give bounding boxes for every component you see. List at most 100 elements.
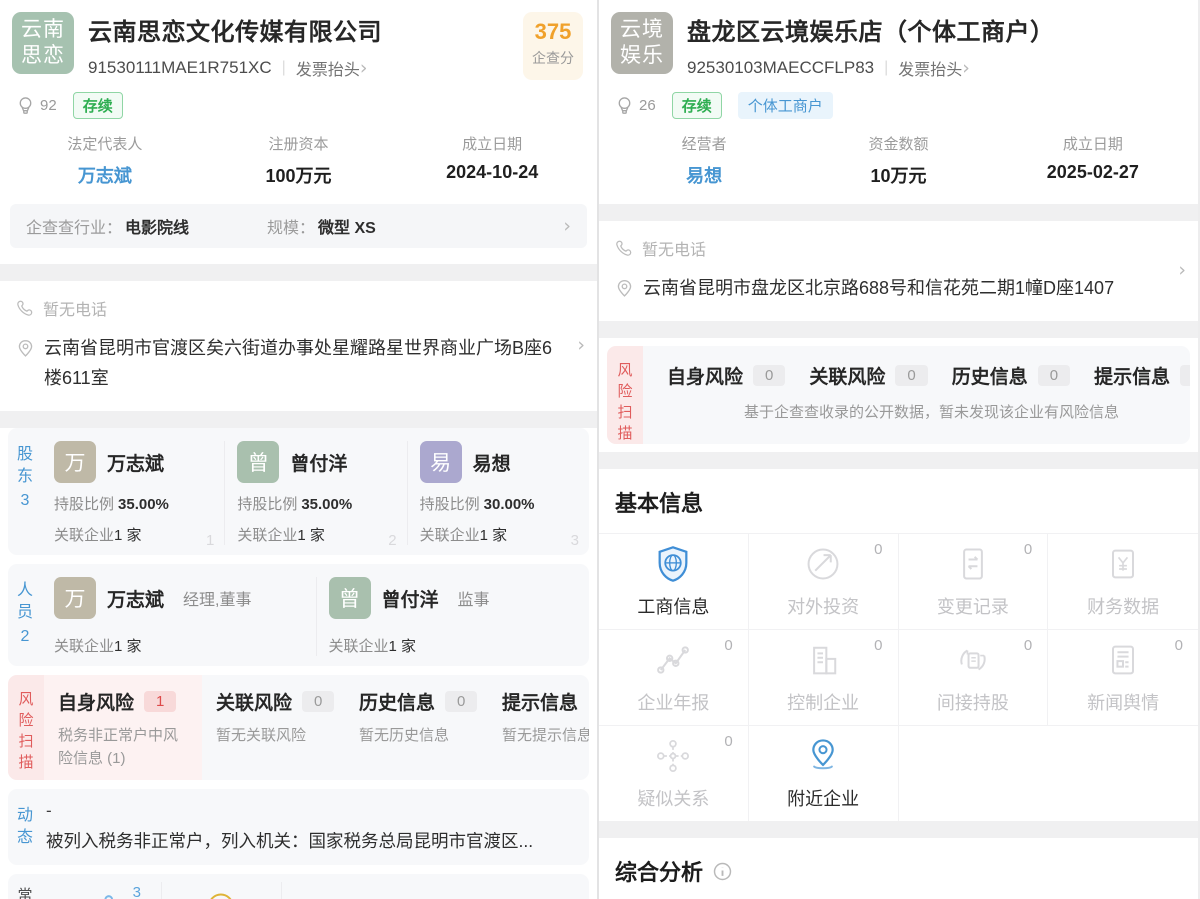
ratio-label: 持股比例 bbox=[54, 496, 114, 513]
risk-title: 关联风险 bbox=[809, 362, 885, 389]
shareholder-item[interactable]: 万万志斌 持股比例35.00% 关联企业1 家 1 bbox=[42, 441, 224, 545]
shareholders-list: 万万志斌 持股比例35.00% 关联企业1 家 1 曾曾付洋 持股比例35.00… bbox=[42, 428, 589, 555]
phone-icon bbox=[615, 239, 633, 257]
grid-cell-badge: 0 bbox=[874, 637, 882, 654]
credit-code-row: 91530111MAE1R751XC | 发票抬头 › bbox=[88, 56, 515, 80]
risk-count-badge: 0 bbox=[445, 691, 477, 712]
company-panel-right: 云境 娱乐 盘龙区云境娱乐店（个体工商户） 92530103MAECCFLP83… bbox=[599, 0, 1198, 899]
risk-item-self[interactable]: 自身风险0 bbox=[653, 346, 795, 399]
risk-scan-label-text: 风险扫描 bbox=[617, 360, 634, 444]
dynamic-label: 动态 bbox=[8, 789, 42, 865]
grid-cell-annual-report[interactable]: 0 企业年报 bbox=[599, 629, 749, 725]
risk-item-related[interactable]: 关联风险 0 bbox=[795, 346, 937, 399]
industry-bar[interactable]: 企查查行业： 电影院线 规模： 微型 XS › bbox=[10, 204, 587, 248]
founded-date-value: 2024-10-24 bbox=[395, 162, 589, 183]
section-gap bbox=[0, 264, 597, 281]
qcc-score-value: 375 bbox=[532, 19, 574, 45]
dynamic-label-text: 动态 bbox=[17, 805, 34, 849]
dynamic-content[interactable]: - 被列入税务非正常户，列入机关：国家税务总局昆明市官渡区... bbox=[42, 789, 589, 865]
analysis-title-text: 综合分析 bbox=[615, 855, 703, 887]
service-item-background-check[interactable]: 求职背调 bbox=[162, 882, 282, 899]
legal-rep-col: 法定代表人 万志斌 bbox=[8, 133, 202, 188]
shareholders-label: 股东 3 bbox=[8, 428, 42, 555]
basic-info-section: 基本信息 工商信息 0 对外投资 0 变更记录 bbox=[599, 469, 1198, 821]
grid-cell-financial-data[interactable]: 财务数据 bbox=[1048, 533, 1198, 629]
divider: | bbox=[884, 59, 888, 77]
risk-count-badge: 0 bbox=[895, 365, 927, 386]
related-value: 1 家 bbox=[114, 638, 142, 655]
credit-code-row: 92530103MAECCFLP83 | 发票抬头 › bbox=[687, 56, 1184, 80]
contact-card: 暂无电话 云南省昆明市官渡区矣六街道办事处星耀路星世界商业广场B座6楼611室 … bbox=[0, 281, 597, 411]
status-badge-row: 92 存续 bbox=[0, 80, 597, 129]
grid-cell-controlled-companies[interactable]: 0 控制企业 bbox=[749, 629, 899, 725]
grid-cell-news-sentiment[interactable]: 0 新闻舆情 bbox=[1048, 629, 1198, 725]
property-clues-icon bbox=[84, 890, 120, 899]
scale-label: 规模： bbox=[267, 214, 315, 238]
grid-cell-suspected-relations[interactable]: 0 疑似关系 bbox=[599, 725, 749, 821]
info-label: 法定代表人 bbox=[8, 133, 202, 154]
section-gap bbox=[0, 411, 597, 428]
founded-date-col: 成立日期 2024-10-24 bbox=[395, 133, 589, 188]
phone-icon bbox=[16, 299, 34, 317]
risk-item-history[interactable]: 历史信息0 bbox=[938, 346, 1080, 399]
chevron-right-icon[interactable]: › bbox=[360, 59, 368, 78]
grid-cell-indirect-holdings[interactable]: 0 间接持股 bbox=[899, 629, 1049, 725]
annual-report-icon bbox=[653, 640, 693, 680]
personnel-item[interactable]: 万万志斌经理,董事 关联企业1 家 bbox=[42, 577, 316, 656]
shareholders-card: 股东 3 万万志斌 持股比例35.00% 关联企业1 家 1 曾曾付洋 持股比例… bbox=[8, 428, 589, 555]
grid-cell-label: 工商信息 bbox=[637, 593, 709, 619]
grid-cell-business-info[interactable]: 工商信息 bbox=[599, 533, 749, 629]
risk-item-self[interactable]: 自身风险1 税务非正常户中风险信息 (1) bbox=[44, 675, 202, 780]
grid-cell-outbound-investment[interactable]: 0 对外投资 bbox=[749, 533, 899, 629]
risk-item-related[interactable]: 关联风险0 暂无关联风险 bbox=[202, 675, 345, 780]
ratio-label: 持股比例 bbox=[237, 496, 297, 513]
invoice-title-link[interactable]: 发票抬头 bbox=[898, 56, 962, 80]
avatar: 万 bbox=[54, 441, 96, 483]
chevron-right-icon[interactable]: › bbox=[1178, 261, 1186, 280]
basic-info-grid: 工商信息 0 对外投资 0 变更记录 财务数据 0 bbox=[599, 533, 1198, 821]
service-item-property-clues[interactable]: 3 财产线索 bbox=[42, 882, 162, 899]
industry-label: 企查查行业： bbox=[26, 214, 122, 238]
company-panel-left: 云南 思恋 云南思恋文化传媒有限公司 91530111MAE1R751XC | … bbox=[0, 0, 599, 899]
header-main: 云南思恋文化传媒有限公司 91530111MAE1R751XC | 发票抬头 › bbox=[88, 12, 515, 80]
avatar: 曾 bbox=[329, 577, 371, 619]
risk-item-history[interactable]: 历史信息0 暂无历史信息 bbox=[345, 675, 488, 780]
divider: | bbox=[282, 59, 286, 77]
status-badge: 存续 bbox=[672, 92, 722, 119]
risk-title: 自身风险 bbox=[58, 688, 134, 715]
info-label: 成立日期 bbox=[395, 133, 589, 154]
chevron-right-icon[interactable]: › bbox=[563, 217, 571, 236]
grid-cell-label: 对外投资 bbox=[787, 593, 859, 619]
operator-link[interactable]: 易想 bbox=[607, 162, 801, 188]
risk-item-hint[interactable]: 提示信息0 bbox=[1080, 346, 1190, 399]
risk-count-badge: 0 bbox=[753, 365, 785, 386]
legal-rep-link[interactable]: 万志斌 bbox=[8, 162, 202, 188]
shareholder-item[interactable]: 曾曾付洋 持股比例35.00% 关联企业1 家 2 bbox=[224, 441, 406, 545]
shareholder-item[interactable]: 易易想 持股比例30.00% 关联企业1 家 3 bbox=[407, 441, 589, 545]
grid-cell-change-records[interactable]: 0 变更记录 bbox=[899, 533, 1049, 629]
chevron-right-icon[interactable]: › bbox=[962, 59, 970, 78]
invoice-title-link[interactable]: 发票抬头 bbox=[296, 56, 360, 80]
qcc-score-label: 企查分 bbox=[532, 48, 574, 68]
status-badge: 存续 bbox=[73, 92, 123, 119]
qcc-score-box[interactable]: 375 企查分 bbox=[523, 12, 583, 80]
section-gap bbox=[599, 452, 1198, 469]
grid-cell-badge: 0 bbox=[874, 541, 882, 558]
personnel-item[interactable]: 曾曾付洋监事 关联企业1 家 bbox=[316, 577, 590, 656]
service-count-badge: 3 bbox=[133, 884, 141, 899]
location-pin-icon bbox=[615, 279, 634, 298]
shareholders-count: 3 bbox=[8, 490, 42, 512]
risk-scan-card: 风险扫描 自身风险1 税务非正常户中风险信息 (1) 关联风险0 暂无关联风险 … bbox=[8, 675, 589, 780]
address-row[interactable]: 云南省昆明市盘龙区北京路688号和信花苑二期1幢D座1407 bbox=[615, 273, 1182, 303]
risk-item-hint[interactable]: 提示信息 暂无提示信息 bbox=[488, 675, 589, 780]
info-circle-icon[interactable] bbox=[712, 861, 733, 882]
address-text: 云南省昆明市官渡区矣六街道办事处星耀路星世界商业广场B座6楼611室 bbox=[44, 333, 559, 393]
address-row[interactable]: 云南省昆明市官渡区矣六街道办事处星耀路星世界商业广场B座6楼611室 bbox=[16, 333, 581, 393]
grid-cell-nearby-companies[interactable]: 附近企业 bbox=[749, 725, 899, 821]
related-label: 关联企业 bbox=[329, 638, 389, 655]
phone-text: 暂无电话 bbox=[642, 236, 706, 260]
personnel-label: 人员 2 bbox=[8, 564, 42, 666]
chevron-right-icon[interactable]: › bbox=[577, 336, 585, 355]
grid-cell-label: 附近企业 bbox=[787, 785, 859, 811]
ratio-value: 35.00% bbox=[301, 496, 352, 513]
